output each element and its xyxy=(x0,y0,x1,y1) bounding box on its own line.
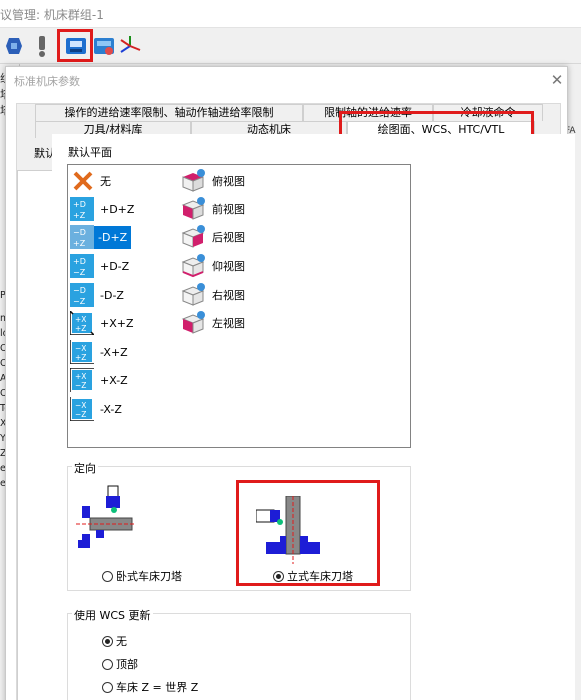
svg-text:+D: +D xyxy=(73,200,86,209)
plane-nx-pz-icon: −X +Z xyxy=(69,340,94,365)
view-item-back[interactable]: 后视图 xyxy=(180,225,245,249)
axes-icon[interactable] xyxy=(118,34,142,58)
svg-text:+Z: +Z xyxy=(75,353,86,362)
plane-item-label: -D-Z xyxy=(100,288,124,302)
plane-item-label: -D+Z xyxy=(94,225,132,249)
plane-nd-nz-icon: −D −Z xyxy=(70,283,94,307)
view-item-bottom[interactable]: 仰视图 xyxy=(180,254,245,278)
plane-pd-pz-icon: +D +Z xyxy=(70,197,94,221)
view-item-label: 后视图 xyxy=(212,231,245,244)
view-item-label: 仰视图 xyxy=(212,260,245,273)
plane-item-label: -X-Z xyxy=(100,402,122,416)
svg-text:+X: +X xyxy=(75,315,86,324)
default-plane-title: 默认平面 xyxy=(68,146,112,159)
wcs-none-radio[interactable]: 无 xyxy=(102,633,127,649)
radio-label: 顶部 xyxy=(116,658,138,671)
view-item-top[interactable]: 俯视图 xyxy=(180,169,245,193)
plane-item-label: 无 xyxy=(100,175,111,188)
plane-nd-pz-icon: −D +Z xyxy=(70,225,94,249)
machine-settings-icon[interactable] xyxy=(92,34,116,58)
svg-text:−D: −D xyxy=(73,228,86,237)
radio-dot xyxy=(102,570,113,582)
view-item-label: 左视图 xyxy=(212,317,245,330)
plane-item-nx-nz[interactable]: −X −Z -X-Z xyxy=(69,397,122,422)
svg-text:+Z: +Z xyxy=(73,211,86,220)
view-item-label: 俯视图 xyxy=(212,175,245,188)
svg-text:−X: −X xyxy=(75,401,86,410)
plane-item-label: +X+Z xyxy=(100,316,134,330)
plane-item-pd-pz[interactable]: +D +Z +D+Z xyxy=(70,197,134,221)
vertical-turret-diagram xyxy=(255,495,328,564)
plane-px-pz-icon: +X +Z xyxy=(69,309,96,336)
view-item-label: 右视图 xyxy=(212,289,245,302)
radio-label: 无 xyxy=(116,635,127,648)
svg-text:−Z: −Z xyxy=(75,381,86,390)
plane-px-nz-icon: +X −Z xyxy=(69,367,94,392)
radio-label: 车床 Z = 世界 Z xyxy=(116,681,199,694)
close-icon[interactable]: ✕ xyxy=(550,73,564,88)
wcs-top-radio[interactable]: 顶部 xyxy=(102,656,138,672)
plane-item-nd-pz[interactable]: −D +Z -D+Z xyxy=(70,225,132,249)
cube-left-view-icon xyxy=(180,311,206,335)
highlight-machine-params xyxy=(57,29,93,62)
plane-item-label: +D+Z xyxy=(100,202,135,216)
cube-bottom-view-icon xyxy=(180,254,206,278)
svg-text:+D: +D xyxy=(73,257,86,266)
horizontal-turret-radio[interactable]: 卧式车床刀塔 xyxy=(102,568,182,584)
app-title: 议管理: 机床群组-1 xyxy=(0,8,104,22)
tab-content: 默认平面 无 +D +Z +D +Z −D +Z -D+Z +D −Z +D-Z xyxy=(52,134,575,700)
svg-text:−Z: −Z xyxy=(73,297,86,306)
svg-text:+Z: +Z xyxy=(75,324,86,333)
plane-item-px-nz[interactable]: +X −Z +X-Z xyxy=(69,367,128,392)
plane-listbox[interactable]: 无 +D +Z +D +Z −D +Z -D+Z +D −Z +D-Z −D −Z -D-… xyxy=(67,164,411,448)
svg-text:−Z: −Z xyxy=(73,268,86,277)
svg-text:+Z: +Z xyxy=(73,239,86,248)
plane-pd-nz-icon: +D −Z xyxy=(70,254,94,278)
plane-item-label: -X+Z xyxy=(100,345,128,359)
vertical-turret-radio[interactable]: 立式车床刀塔 xyxy=(273,568,353,584)
svg-text:−Z: −Z xyxy=(75,410,86,419)
warning-icon[interactable] xyxy=(30,34,54,58)
delete-x-icon xyxy=(72,170,94,192)
view-item-left[interactable]: 左视图 xyxy=(180,311,245,335)
horizontal-turret-diagram xyxy=(76,484,136,564)
radio-label: 立式车床刀塔 xyxy=(287,570,353,583)
lathe-turret-icon[interactable] xyxy=(2,34,26,58)
cube-top-view-icon xyxy=(180,169,206,193)
plane-item-nx-pz[interactable]: −X +Z -X+Z xyxy=(69,340,128,365)
plane-item-label: +X-Z xyxy=(100,373,128,387)
app-title-bar: 议管理: 机床群组-1 xyxy=(0,0,581,28)
orientation-label: 定向 xyxy=(72,460,98,476)
radio-label: 卧式车床刀塔 xyxy=(116,570,182,583)
plane-item-px-pz[interactable]: +X +Z +X+Z xyxy=(69,309,134,336)
radio-dot xyxy=(102,681,113,693)
svg-text:−D: −D xyxy=(73,286,86,295)
plane-nx-nz-icon: −X −Z xyxy=(69,397,94,422)
plane-item-none[interactable]: 无 xyxy=(72,169,111,193)
wcs-lathe-z-radio[interactable]: 车床 Z = 世界 Z xyxy=(102,679,198,695)
svg-text:+X: +X xyxy=(75,372,86,381)
cube-front-view-icon xyxy=(180,197,206,221)
plane-item-pd-nz[interactable]: +D −Z +D-Z xyxy=(70,254,129,278)
view-item-label: 前视图 xyxy=(212,203,245,216)
view-item-right[interactable]: 右视图 xyxy=(180,283,245,307)
view-item-front[interactable]: 前视图 xyxy=(180,197,245,221)
dialog-title: 标准机床参数 xyxy=(14,75,80,88)
radio-dot xyxy=(102,635,113,647)
cube-right-view-icon xyxy=(180,283,206,307)
plane-item-label: +D-Z xyxy=(100,259,130,273)
radio-dot xyxy=(273,570,284,582)
svg-text:−X: −X xyxy=(75,344,86,353)
plane-item-nd-nz[interactable]: −D −Z -D-Z xyxy=(70,283,124,307)
wcs-update-label: 使用 WCS 更新 xyxy=(72,607,153,623)
radio-dot xyxy=(102,658,113,670)
cube-back-view-icon xyxy=(180,225,206,249)
tab-feed-rate-limits[interactable]: 操作的进给速率限制、轴动作轴进给率限制 xyxy=(35,104,303,121)
